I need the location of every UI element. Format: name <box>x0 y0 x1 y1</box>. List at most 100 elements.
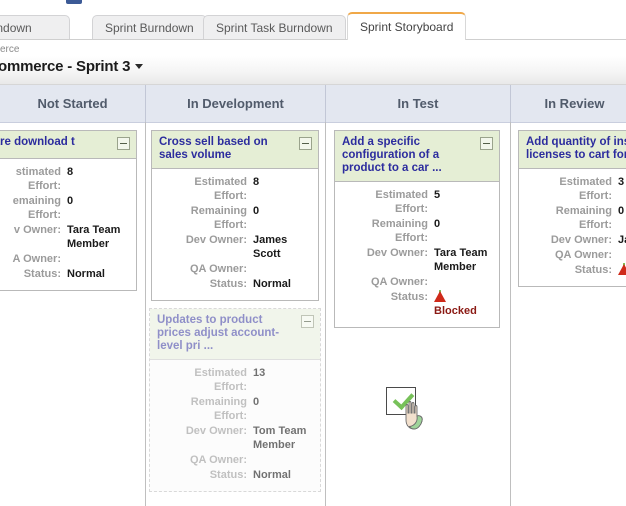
story-card-body: Estimated Effort: 8 Remaining Effort: 0 … <box>152 169 318 300</box>
tab-label: ase Burndown <box>0 21 32 35</box>
board-column-headers: Not Started In Development In Test In Re… <box>0 85 626 123</box>
field-label: emaining Effort: <box>0 194 67 222</box>
column-body-in-review[interactable]: Add quantity of inst licenses to cart fo… <box>510 122 626 506</box>
status-badge <box>618 263 626 277</box>
field-value: Tara Team Member <box>67 223 129 251</box>
field-label: QA Owner: <box>150 453 253 467</box>
field-label: Status: <box>0 267 67 281</box>
field-value: 0 <box>253 395 313 409</box>
field-label: Remaining Effort: <box>150 395 253 423</box>
field-label: QA Owner: <box>519 248 618 262</box>
field-label: Remaining Effort: <box>519 204 618 232</box>
tab-sprint-task-burndown[interactable]: Sprint Task Burndown <box>203 15 346 39</box>
field-label: Estimated Effort: <box>150 366 253 394</box>
story-card-title[interactable]: Add a specific configuration of a produc… <box>342 136 492 175</box>
tab-label: Sprint Burndown <box>105 21 194 35</box>
field-value: 8 <box>253 175 311 189</box>
tab-label: Sprint Task Burndown <box>216 21 333 35</box>
field-label: Estimated Effort: <box>335 188 434 216</box>
story-card-body: Estimated Effort: 13 Remaining Effort: 0… <box>150 360 320 491</box>
story-card-title[interactable]: oftware download t <box>0 136 129 149</box>
field-label: Estimated Effort: <box>152 175 253 203</box>
field-label: Dev Owner: <box>335 246 434 260</box>
minus-icon[interactable] <box>480 137 493 150</box>
field-status: Status: <box>519 263 626 277</box>
column-header-label: Not Started <box>37 96 107 111</box>
field-qa-owner: A Owner: <box>0 252 129 266</box>
field-remaining-effort: Remaining Effort: 0 <box>152 204 311 232</box>
field-label: QA Owner: <box>335 275 434 289</box>
story-card-title[interactable]: Updates to product prices adjust account… <box>157 314 313 353</box>
story-card[interactable]: Cross sell based on sales volume Estimat… <box>151 130 319 301</box>
field-value: 3 <box>618 175 626 189</box>
field-label: Status: <box>150 468 253 482</box>
field-label: v Owner: <box>0 223 67 237</box>
page-title-text: ommerce - Sprint 3 <box>0 58 130 75</box>
minus-icon[interactable] <box>299 137 312 150</box>
partial-blue-badge-icon <box>66 0 82 4</box>
story-card-header: Cross sell based on sales volume <box>152 131 318 169</box>
field-status: Status: Normal <box>152 277 311 291</box>
story-card-header: Updates to product prices adjust account… <box>150 309 320 360</box>
field-value: 0 <box>434 217 492 231</box>
story-card-body: stimated Effort: 8 emaining Effort: 0 v … <box>0 159 136 290</box>
chevron-down-icon[interactable] <box>135 64 143 69</box>
page-title[interactable]: ommerce - Sprint 3 <box>0 58 143 75</box>
status-badge: Normal <box>253 277 311 291</box>
story-card-header: Add a specific configuration of a produc… <box>335 131 499 182</box>
story-card[interactable]: Add a specific configuration of a produc… <box>334 130 500 328</box>
column-header-not-started: Not Started <box>0 85 145 122</box>
story-card-drag-placeholder[interactable]: Updates to product prices adjust account… <box>149 308 321 492</box>
field-label: Estimated Effort: <box>519 175 618 203</box>
column-header-label: In Review <box>545 96 605 111</box>
column-header-in-test: In Test <box>325 85 510 122</box>
field-value: Jam Sco <box>618 233 626 247</box>
field-label: Dev Owner: <box>152 233 253 247</box>
field-dev-owner: Dev Owner: Tom Team Member <box>150 424 313 452</box>
field-dev-owner: Dev Owner: James Scott <box>152 233 311 261</box>
column-header-in-review: In Review <box>510 85 626 122</box>
field-value: James Scott <box>253 233 311 261</box>
field-label: stimated Effort: <box>0 165 67 193</box>
field-estimated-effort: stimated Effort: 8 <box>0 165 129 193</box>
tab-sprint-burndown[interactable]: Sprint Burndown <box>92 15 207 39</box>
column-body-in-test[interactable]: Add a specific configuration of a produc… <box>325 122 510 506</box>
field-label: QA Owner: <box>152 262 253 276</box>
column-header-label: In Development <box>187 96 284 111</box>
field-dev-owner: Dev Owner: Tara Team Member <box>335 246 492 274</box>
tab-sprint-storyboard[interactable]: Sprint Storyboard <box>347 12 466 40</box>
sprint-storyboard-board: Not Started In Development In Test In Re… <box>0 85 626 506</box>
field-status: Status: Normal <box>0 267 129 281</box>
column-header-in-development: In Development <box>145 85 325 122</box>
tab-bar-underline <box>0 39 626 40</box>
warning-triangle-icon <box>434 290 447 302</box>
field-label: Remaining Effort: <box>152 204 253 232</box>
field-estimated-effort: Estimated Effort: 3 <box>519 175 626 203</box>
status-badge: Normal <box>67 267 129 281</box>
field-label: A Owner: <box>0 252 67 266</box>
story-card-body: Estimated Effort: 5 Remaining Effort: 0 … <box>335 182 499 327</box>
story-card-title[interactable]: Add quantity of inst licenses to cart fo… <box>526 136 626 162</box>
field-label: Status: <box>152 277 253 291</box>
story-card[interactable]: Add quantity of inst licenses to cart fo… <box>518 130 626 287</box>
status-badge: Blocked <box>434 290 492 318</box>
breadcrumb[interactable]: erce <box>0 44 19 55</box>
field-dev-owner: Dev Owner: Jam Sco <box>519 233 626 247</box>
field-value: 8 <box>67 165 129 179</box>
field-value: 0 <box>618 204 626 218</box>
field-value: 13 <box>253 366 313 380</box>
story-card-header: Add quantity of inst licenses to cart fo… <box>519 131 626 169</box>
column-body-in-development[interactable]: Cross sell based on sales volume Estimat… <box>145 122 325 506</box>
field-qa-owner: QA Owner: <box>335 275 492 289</box>
field-remaining-effort: Remaining Effort: 0 <box>519 204 626 232</box>
minus-icon[interactable] <box>301 315 314 328</box>
column-body-not-started[interactable]: oftware download t stimated Effort: 8 em… <box>0 122 145 506</box>
minus-icon[interactable] <box>117 137 130 150</box>
tab-release-burndown[interactable]: ase Burndown <box>0 15 70 39</box>
field-remaining-effort: emaining Effort: 0 <box>0 194 129 222</box>
grabbing-hand-icon <box>403 399 425 430</box>
drag-drop-allowed-cursor <box>386 387 436 435</box>
column-header-label: In Test <box>398 96 439 111</box>
story-card-title[interactable]: Cross sell based on sales volume <box>159 136 311 162</box>
story-card[interactable]: oftware download t stimated Effort: 8 em… <box>0 130 137 291</box>
